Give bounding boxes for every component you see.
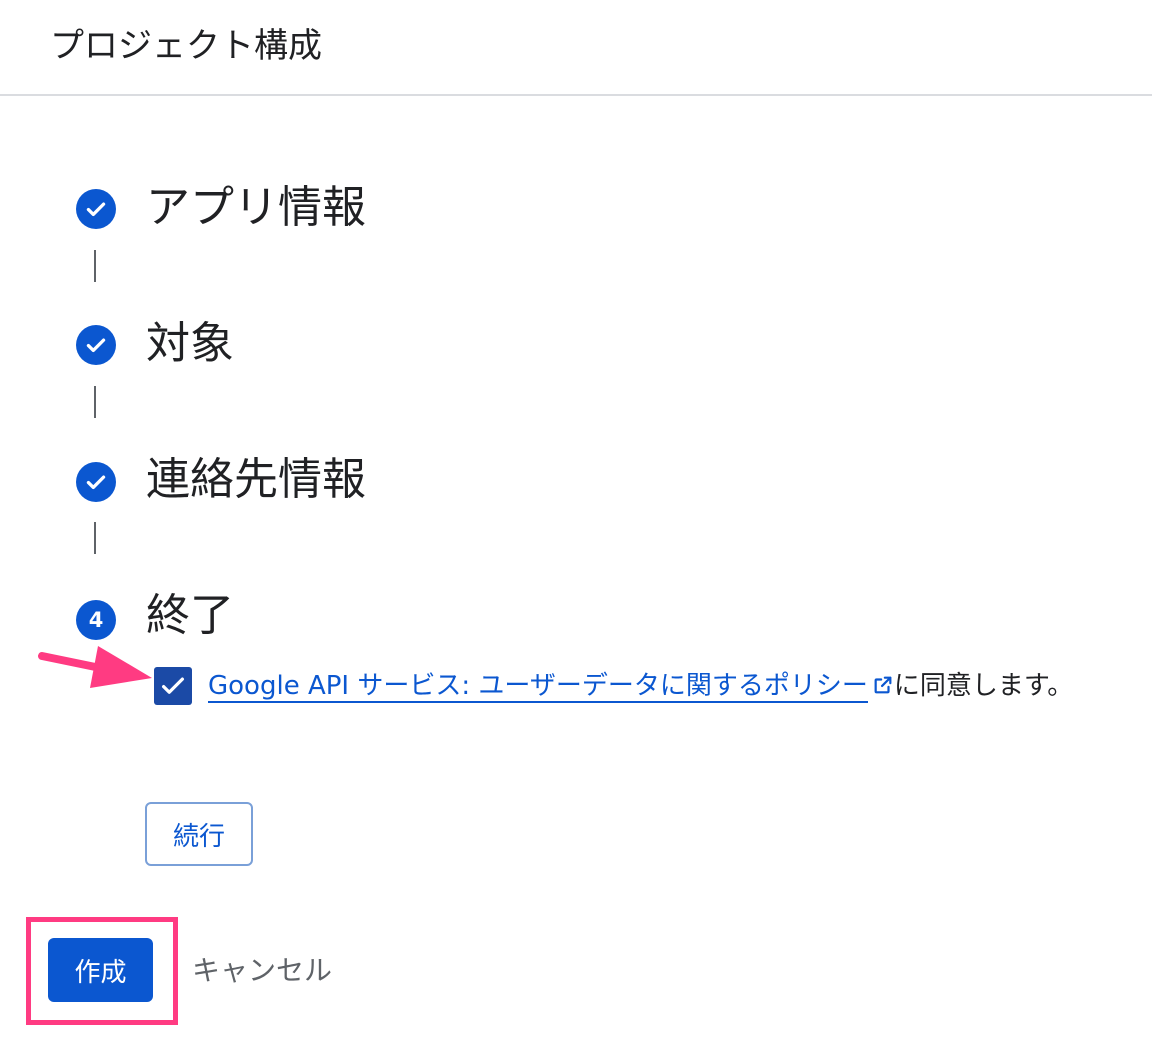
step-4-label: 終了	[146, 590, 234, 641]
step-3-label[interactable]: 連絡先情報	[146, 452, 366, 508]
page-title: プロジェクト構成	[50, 26, 322, 66]
step-3-check-icon	[76, 462, 116, 502]
checkmark-icon	[162, 677, 184, 694]
step-connector	[94, 522, 96, 554]
step-connector	[94, 386, 96, 418]
step-4-number-badge: 4	[76, 600, 116, 640]
panel-header: プロジェクト構成	[0, 0, 1152, 96]
step-1-check-icon	[76, 189, 116, 229]
policy-consent-checkbox[interactable]	[154, 667, 192, 705]
step-connector	[94, 250, 96, 282]
step-2-label[interactable]: 対象	[146, 316, 234, 372]
external-link-icon[interactable]	[872, 674, 894, 696]
user-data-policy-link[interactable]: Google API サービス: ユーザーデータに関するポリシー	[208, 671, 868, 703]
step-2-check-icon	[76, 325, 116, 365]
continue-button[interactable]: 続行	[145, 802, 253, 866]
project-config-panel: プロジェクト構成 アプリ情報 対象 連絡先情報 4 終了 Google API …	[0, 0, 1152, 1038]
create-button[interactable]: 作成	[48, 938, 153, 1002]
annotation-arrow-icon	[38, 646, 152, 688]
cancel-button[interactable]: キャンセル	[192, 947, 332, 991]
consent-suffix: に同意します。	[893, 671, 1074, 701]
policy-consent-text: Google API サービス: ユーザーデータに関するポリシー に同意します。	[208, 666, 1088, 706]
step-1-label[interactable]: アプリ情報	[146, 180, 366, 236]
step-number: 4	[88, 607, 104, 632]
